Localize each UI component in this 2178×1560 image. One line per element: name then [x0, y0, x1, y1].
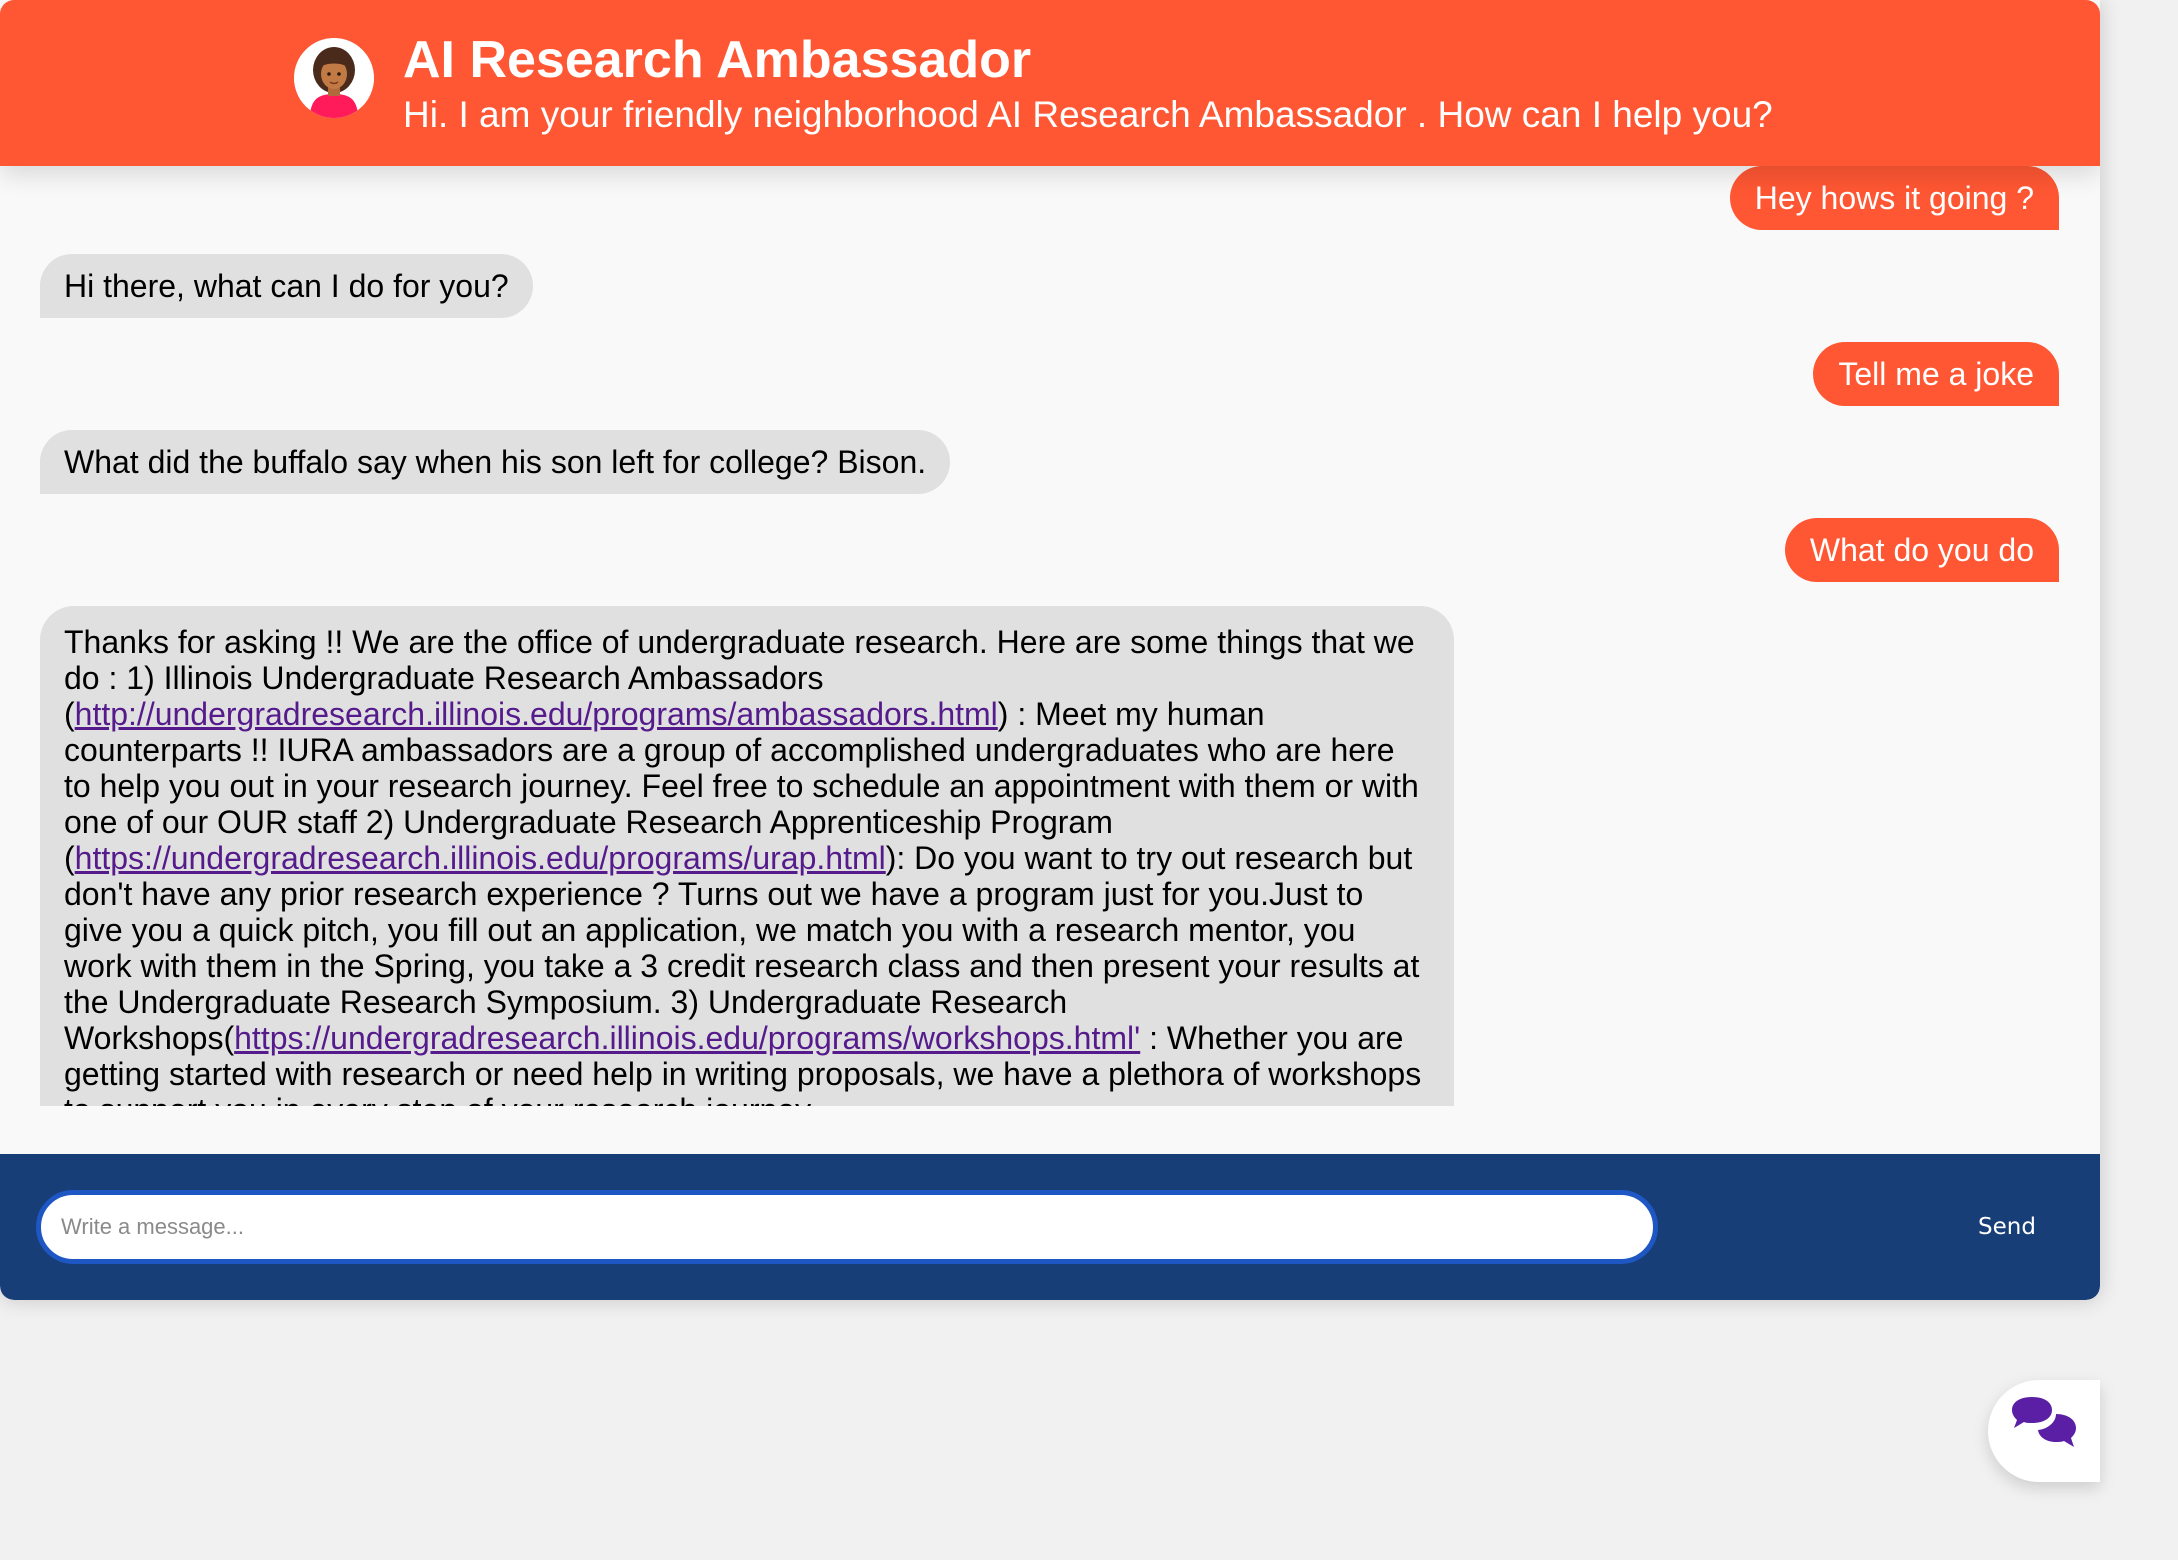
user-message: Tell me a joke: [1813, 342, 2059, 406]
chat-footer: Send: [0, 1154, 2100, 1300]
user-message: Hey hows it going ?: [1729, 166, 2059, 230]
woman-avatar-icon: [294, 38, 374, 118]
message-input[interactable]: [36, 1190, 1658, 1264]
send-button[interactable]: Send: [1970, 1200, 2044, 1254]
chat-subtitle: Hi. I am your friendly neighborhood AI R…: [403, 94, 1773, 135]
urap-link[interactable]: https://undergradresearch.illinois.edu/p…: [75, 840, 886, 876]
chat-window: AI Research Ambassador Hi. I am your fri…: [0, 0, 2100, 1300]
bot-message-long: Thanks for asking !! We are the office o…: [40, 606, 1454, 1106]
chat-launcher-button[interactable]: [1988, 1380, 2100, 1482]
bot-message: Hi there, what can I do for you?: [40, 254, 533, 318]
workshops-link[interactable]: https://undergradresearch.illinois.edu/p…: [234, 1020, 1140, 1056]
message-list[interactable]: Hey hows it going ? Hi there, what can I…: [0, 166, 2100, 1114]
user-message: What do you do: [1784, 518, 2059, 582]
chat-bubbles-icon: [2012, 1397, 2076, 1447]
bot-message: What did the buffalo say when his son le…: [40, 430, 951, 494]
chat-header: AI Research Ambassador Hi. I am your fri…: [0, 0, 2100, 166]
ambassadors-link[interactable]: http://undergradresearch.illinois.edu/pr…: [75, 696, 998, 732]
chat-title: AI Research Ambassador: [403, 31, 1032, 89]
